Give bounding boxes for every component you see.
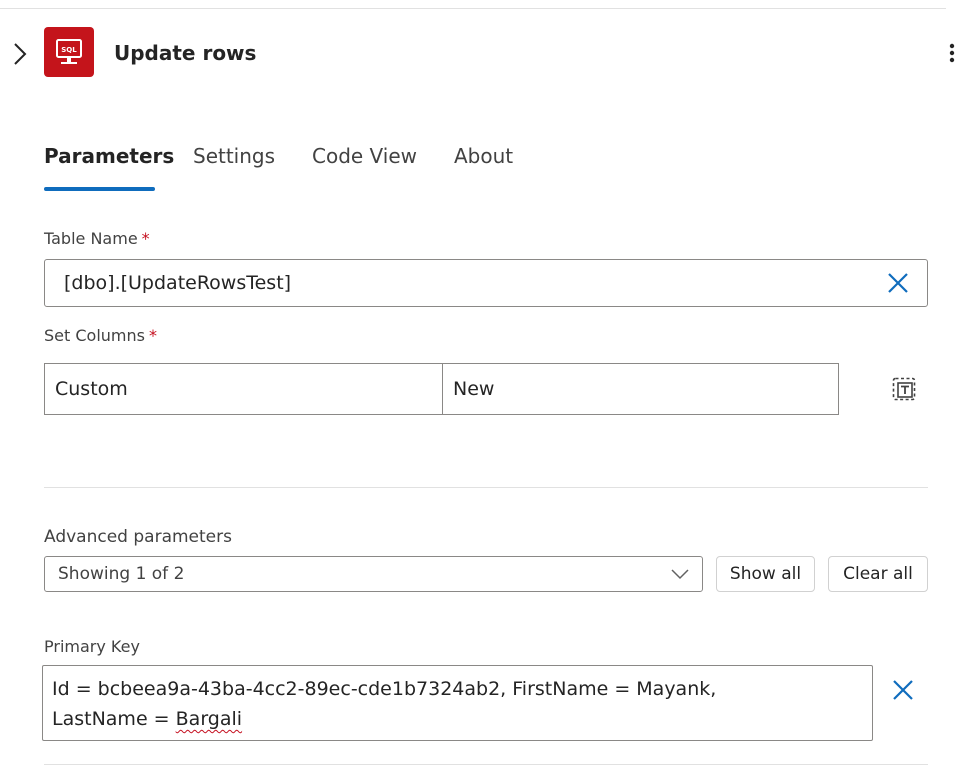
bottom-divider — [44, 764, 928, 765]
action-title: Update rows — [114, 41, 257, 65]
table-name-value: [dbo].[UpdateRowsTest] — [64, 272, 292, 294]
column-value-value: New — [453, 378, 495, 400]
dismiss-icon[interactable] — [891, 678, 915, 706]
primary-key-line-1: Id = bcbeea9a-43ba-4cc2-89ec-cde1b7324ab… — [52, 678, 717, 700]
set-columns-key-field[interactable]: Custom — [44, 363, 443, 415]
table-name-label-text: Table Name — [44, 229, 138, 248]
more-vertical-icon[interactable] — [944, 40, 960, 68]
tab-parameters[interactable]: Parameters — [44, 144, 174, 168]
misspelled-word: Bargali — [175, 708, 243, 730]
primary-key-label: Primary Key — [44, 637, 140, 656]
required-mark: * — [141, 229, 150, 248]
dismiss-icon[interactable] — [886, 271, 910, 299]
set-columns-label-text: Set Columns — [44, 326, 145, 345]
primary-key-field[interactable]: Id = bcbeea9a-43ba-4cc2-89ec-cde1b7324ab… — [42, 665, 873, 741]
sql-icon: SQL — [44, 27, 94, 77]
set-columns-label: Set Columns * — [44, 326, 157, 345]
sql-icon-text: SQL — [61, 46, 77, 54]
tab-code-view[interactable]: Code View — [312, 144, 417, 168]
tab-active-indicator — [44, 187, 155, 191]
tab-about[interactable]: About — [454, 144, 513, 168]
section-divider — [44, 487, 928, 488]
text-mode-icon[interactable] — [891, 376, 917, 406]
column-key-value: Custom — [55, 378, 128, 400]
top-divider — [0, 8, 946, 9]
clear-all-button[interactable]: Clear all — [828, 556, 928, 592]
chevron-right-icon[interactable] — [8, 40, 32, 68]
primary-key-line-2: LastName = Bargali — [52, 704, 716, 734]
table-name-field[interactable]: [dbo].[UpdateRowsTest] — [44, 259, 928, 307]
advanced-parameters-label: Advanced parameters — [44, 527, 232, 547]
advanced-parameters-dropdown[interactable]: Showing 1 of 2 — [44, 556, 703, 592]
chevron-down-icon — [670, 566, 690, 586]
set-columns-value-field[interactable]: New — [442, 363, 839, 415]
primary-key-value: Id = bcbeea9a-43ba-4cc2-89ec-cde1b7324ab… — [52, 674, 716, 734]
required-mark: * — [148, 326, 157, 345]
advanced-dropdown-value: Showing 1 of 2 — [58, 564, 185, 584]
table-name-label: Table Name * — [44, 229, 150, 248]
primary-key-line-2-prefix: LastName = — [52, 708, 176, 730]
show-all-button[interactable]: Show all — [716, 556, 815, 592]
tab-settings[interactable]: Settings — [193, 144, 275, 168]
